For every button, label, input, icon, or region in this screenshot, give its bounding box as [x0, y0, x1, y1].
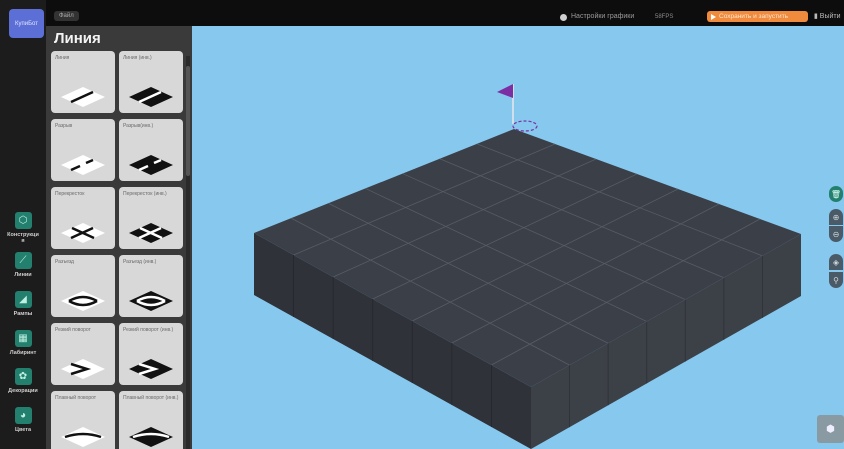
tile-cross[interactable]: Перекресток	[51, 187, 115, 249]
tile-preview	[129, 359, 173, 379]
rail-label: Рампы	[13, 311, 33, 317]
gear-icon	[560, 13, 567, 21]
trash-button[interactable]: 🗑	[829, 186, 843, 202]
top-bar: Файл Настройки графики 58FPS Сохранить и…	[0, 0, 844, 26]
cube-icon: ⬢	[826, 423, 835, 435]
rail-item-construction[interactable]: ⬡ Конструкци я	[0, 212, 46, 244]
line-icon: ⟋	[14, 252, 32, 269]
fps-counter: 58FPS	[655, 14, 674, 20]
scroll-thumb[interactable]	[186, 66, 190, 176]
zoom-out-icon: ⊖	[832, 229, 840, 239]
rail-label: Лабиринт	[9, 350, 37, 356]
left-rail: ⬡ Конструкци я ⟋ Линии ◢ Рампы ▦ Лабирин…	[0, 0, 46, 449]
graphics-settings-button[interactable]: Настройки графики	[560, 12, 634, 22]
file-menu[interactable]: Файл	[54, 11, 79, 21]
rail-label: Конструкци я	[7, 232, 39, 244]
panel-scrollbar[interactable]	[186, 56, 190, 449]
start-marker	[512, 120, 538, 132]
rail-item-lines[interactable]: ⟋ Линии	[0, 252, 46, 278]
tile-preview	[129, 223, 173, 243]
fill-icon: ◈	[832, 257, 840, 267]
pin-icon: ⚲	[833, 275, 839, 285]
graphics-settings-label: Настройки графики	[571, 13, 635, 20]
pin-button[interactable]: ⚲	[829, 272, 843, 288]
maze-icon: ▦	[14, 330, 32, 347]
exit-button[interactable]: ▮ Выйти	[814, 12, 841, 22]
zoom-in-icon: ⊕	[832, 212, 840, 222]
flower-icon: ✿	[14, 368, 32, 385]
rail-label: Цвета	[14, 427, 32, 433]
tile-preview	[61, 427, 105, 447]
zoom-in-button[interactable]: ⊕	[829, 209, 843, 225]
tile-preview	[61, 87, 105, 107]
tile-smooth-inverted[interactable]: Плавный поворот (инв.)	[119, 391, 183, 449]
app-logo[interactable]: КупиБот	[9, 9, 44, 38]
palette-icon: ◕	[14, 407, 32, 424]
tile-fork-inverted[interactable]: Разъезд (инв.)	[119, 255, 183, 317]
tile-line-inverted[interactable]: Линия (инв.)	[119, 51, 183, 113]
trash-icon: 🗑	[830, 189, 842, 199]
save-and-run-button[interactable]: Сохранить и запустить	[707, 11, 808, 22]
box-icon: ⬡	[14, 212, 32, 229]
tile-fork[interactable]: Разъезд	[51, 255, 115, 317]
fill-button[interactable]: ◈	[829, 254, 843, 270]
tile-preview	[129, 87, 173, 107]
tile-cross-inverted[interactable]: Перекресток (инв.)	[119, 187, 183, 249]
field-top	[254, 129, 801, 387]
flag-icon	[497, 84, 513, 98]
tile-line[interactable]: Линия	[51, 51, 115, 113]
tile-preview	[61, 155, 105, 175]
rail-item-decorations[interactable]: ✿ Декорации	[0, 368, 46, 394]
tile-sharp[interactable]: Резкий поворот	[51, 323, 115, 385]
rail-item-maze[interactable]: ▦ Лабиринт	[0, 330, 46, 356]
scene-viewport[interactable]	[192, 26, 844, 449]
tile-sharp-inverted[interactable]: Резкий поворот (инв.)	[119, 323, 183, 385]
field-3d	[254, 84, 801, 449]
rail-label: Линии	[14, 272, 32, 278]
tile-preview	[129, 427, 173, 447]
panel-title: Линия	[54, 30, 101, 47]
tile-smooth[interactable]: Плавный поворот	[51, 391, 115, 449]
tile-preview	[129, 291, 173, 311]
tile-preview	[61, 291, 105, 311]
tile-preview	[61, 223, 105, 243]
zoom-out-button[interactable]: ⊖	[829, 226, 843, 242]
rail-label: Декорации	[8, 388, 38, 394]
ramp-icon: ◢	[14, 291, 32, 308]
exit-label: Выйти	[819, 13, 841, 20]
tile-gap-inverted[interactable]: Разрыв(инв.)	[119, 119, 183, 181]
tile-gap[interactable]: Разрыв	[51, 119, 115, 181]
tile-preview	[129, 155, 173, 175]
view-cube-button[interactable]: ⬢	[817, 415, 844, 443]
line-panel: Линия Линия Линия (инв.) Разрыв Разрыв(инв.…	[46, 26, 192, 449]
tile-preview	[61, 359, 105, 379]
rail-item-ramps[interactable]: ◢ Рампы	[0, 291, 46, 317]
rail-item-colors[interactable]: ◕ Цвета	[0, 407, 46, 433]
